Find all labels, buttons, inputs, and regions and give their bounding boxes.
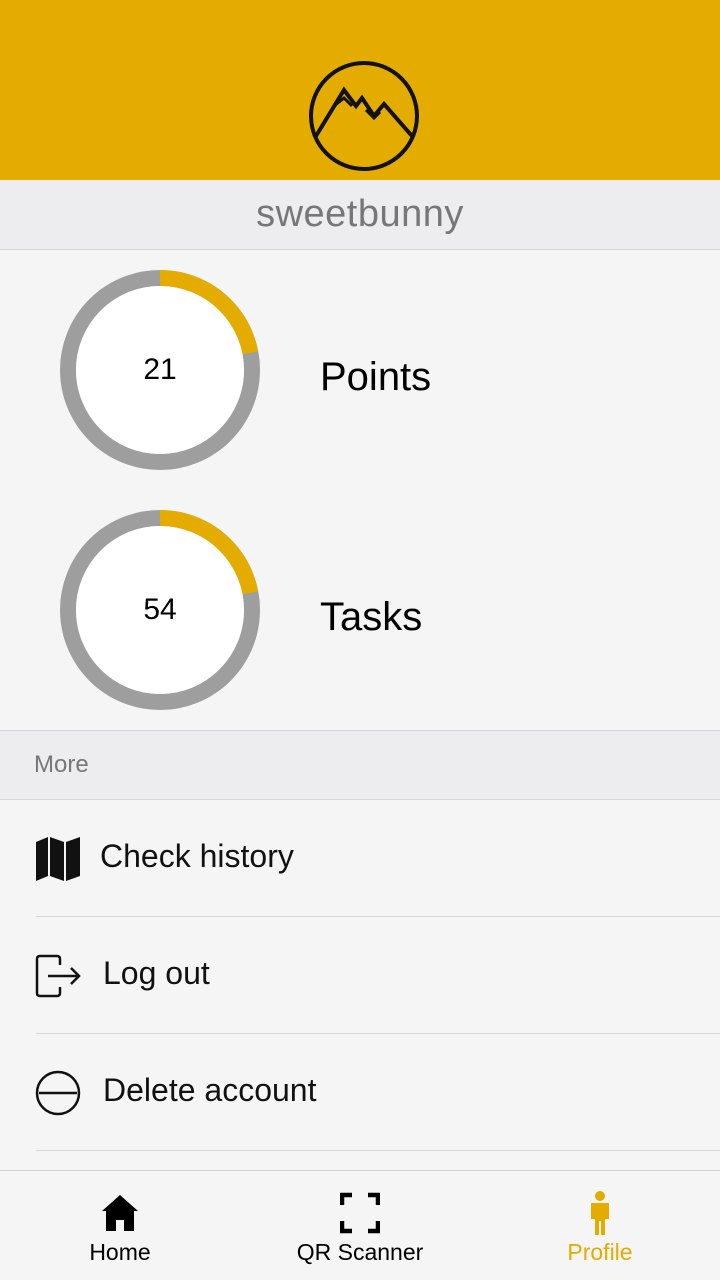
mountain-logo-icon	[309, 61, 419, 171]
tab-profile-label: Profile	[567, 1239, 633, 1265]
home-icon	[102, 1195, 138, 1231]
logout-icon	[35, 954, 81, 998]
tasks-value: 54	[143, 593, 177, 626]
menu-divider	[36, 1150, 720, 1151]
points-label: Points	[320, 355, 432, 399]
points-stat: 21 Points	[0, 250, 720, 490]
check-history-item[interactable]: Check history	[0, 800, 720, 917]
qr-scan-icon	[340, 1192, 380, 1234]
delete-account-item[interactable]: Delete account	[0, 1034, 720, 1151]
tab-home-label: Home	[89, 1239, 151, 1265]
log-out-item[interactable]: Log out	[0, 917, 720, 1034]
tab-qr-scanner-label: QR Scanner	[296, 1239, 424, 1265]
delete-account-label: Delete account	[103, 1072, 317, 1108]
more-section-header: More	[0, 730, 720, 800]
username: sweetbunny	[256, 193, 464, 235]
log-out-label: Log out	[103, 955, 210, 991]
tab-profile[interactable]: Profile	[480, 1171, 720, 1280]
points-value: 21	[143, 353, 177, 386]
tasks-label: Tasks	[320, 595, 423, 639]
tasks-stat: 54 Tasks	[0, 490, 720, 730]
person-icon	[591, 1191, 609, 1235]
minus-circle-icon	[35, 1070, 81, 1116]
bottom-tab-bar: Home QR Scanner Profile	[0, 1170, 720, 1280]
username-bar: sweetbunny	[0, 180, 720, 250]
tab-qr-scanner[interactable]: QR Scanner	[240, 1171, 480, 1280]
profile-screen: sweetbunny 21 Points 54 Tasks More Check…	[0, 0, 720, 1280]
check-history-label: Check history	[100, 838, 294, 874]
more-section-title: More	[34, 751, 89, 778]
profile-header	[0, 0, 720, 180]
map-icon	[36, 837, 80, 881]
tab-home[interactable]: Home	[0, 1171, 240, 1280]
